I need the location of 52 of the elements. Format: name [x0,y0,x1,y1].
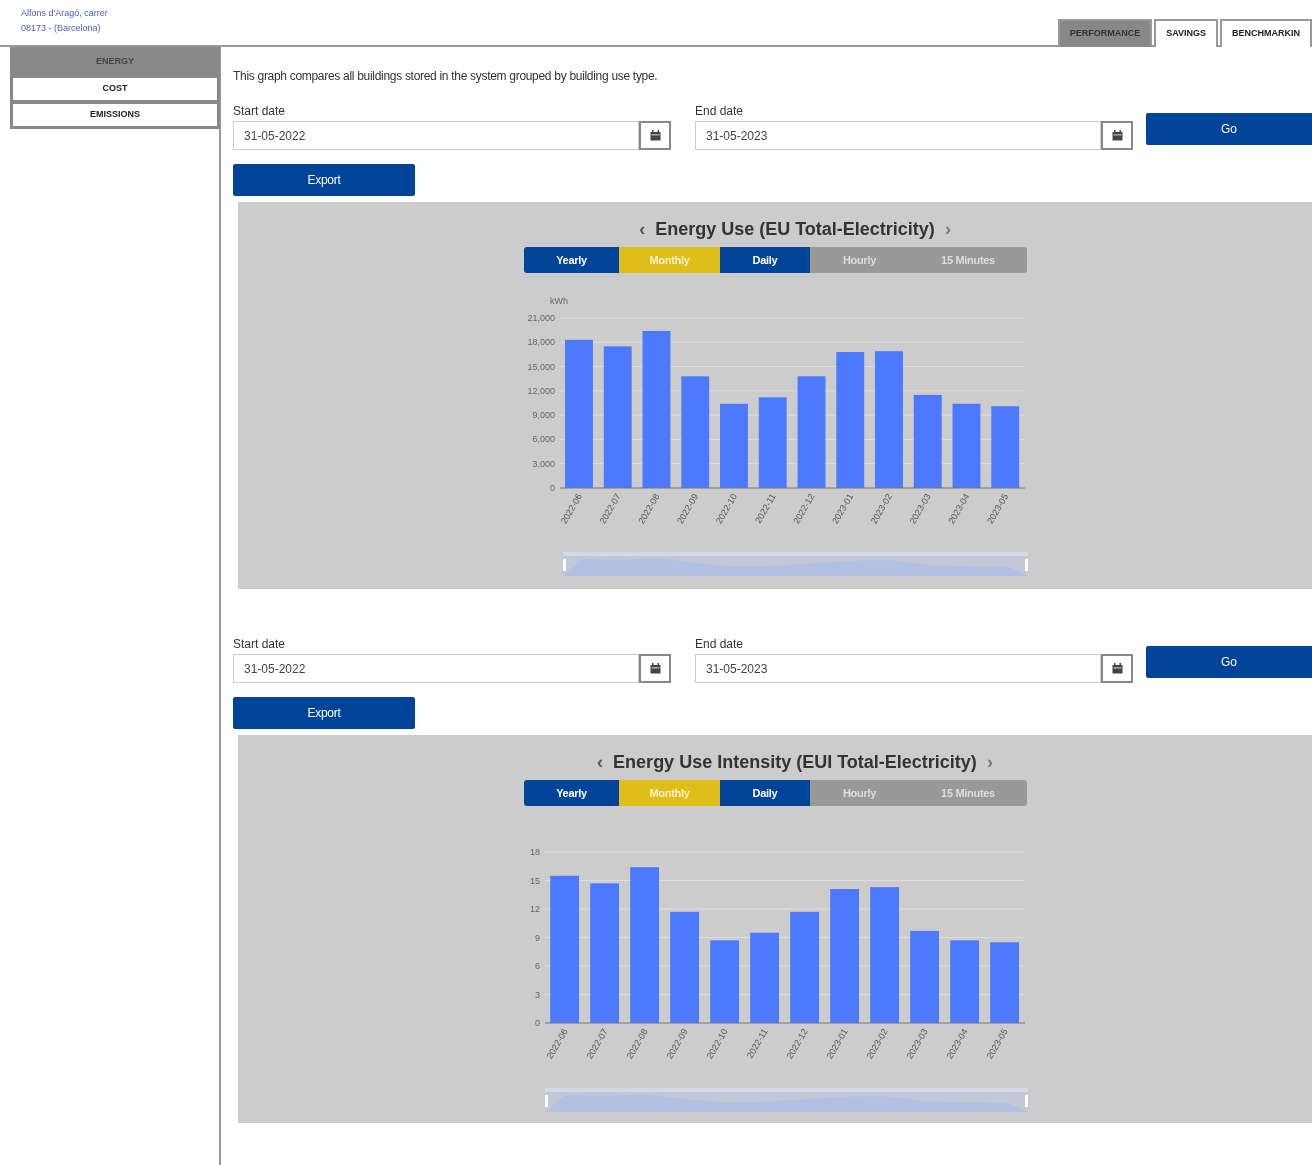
chart-title: Energy Use Intensity (EUI Total-Electricity) [613,751,977,774]
sidebar-item[interactable]: EMISSIONS [11,102,219,128]
date-input[interactable]: 31-05-2022 [233,121,639,150]
axis-tick-label: 0 [535,1018,540,1028]
axis-tick-label: 12,000 [527,385,555,396]
axis-tick-label: 12 [530,904,540,914]
previous-chart-button[interactable]: ‹ [639,216,646,243]
go-button[interactable]: Go [1146,646,1312,678]
axis-tick-label: 3 [535,989,540,1000]
top-tab[interactable]: BENCHMARKIN [1220,19,1312,47]
calendar-icon [1111,663,1123,674]
axis-tick-label: 21,000 [527,313,555,323]
calendar-icon [649,130,661,141]
field-label: End date [695,636,745,653]
period-tab[interactable]: Daily [720,780,810,806]
axis-tick-label: 9,000 [532,410,555,421]
axis-tick-label: 6 [535,961,540,971]
axis-tick-label: 18,000 [527,337,555,348]
axis-tick-label: 6,000 [532,434,555,445]
export-button[interactable]: Export [233,164,415,196]
address-line: 08173 - (Barcelona) [21,22,102,35]
top-tab[interactable]: SAVINGS [1154,19,1218,47]
top-tab[interactable]: PERFORMANCE [1057,19,1153,47]
axis-tick-label: 3,000 [532,458,555,469]
calendar-button[interactable] [639,654,671,683]
export-button[interactable]: Export [233,697,415,729]
date-input[interactable]: 31-05-2023 [695,121,1101,150]
calendar-icon [1111,130,1123,141]
axis-tick-label: 9 [535,932,540,943]
date-input[interactable]: 31-05-2023 [695,654,1101,683]
period-tab[interactable]: Daily [720,247,810,273]
calendar-button[interactable] [1101,654,1133,683]
axis-tick-label: 18 [530,847,540,857]
field-label: Start date [233,103,287,120]
period-tab[interactable]: Yearly [524,247,619,273]
calendar-button[interactable] [1101,121,1133,150]
axis-tick-label: 15 [530,875,540,886]
axis-tick-label: 15,000 [527,361,555,372]
go-button[interactable]: Go [1146,113,1312,145]
chart-title: Energy Use (EU Total-Electricity) [655,218,935,241]
axis-tick-label: 0 [550,483,555,493]
previous-chart-button[interactable]: ‹ [597,749,604,776]
address-line: Alfons d'Aragó, carrer [21,7,108,20]
field-label: Start date [233,636,287,653]
calendar-button[interactable] [639,121,671,150]
calendar-icon [649,663,661,674]
description-text: This graph compares all buildings stored in the system grouped by building use type. [233,68,659,85]
sidebar-item[interactable]: COST [11,76,219,102]
period-tab[interactable]: Yearly [524,780,619,806]
field-label: End date [695,103,745,120]
axis-title: kWh [550,296,568,306]
date-input[interactable]: 31-05-2022 [233,654,639,683]
